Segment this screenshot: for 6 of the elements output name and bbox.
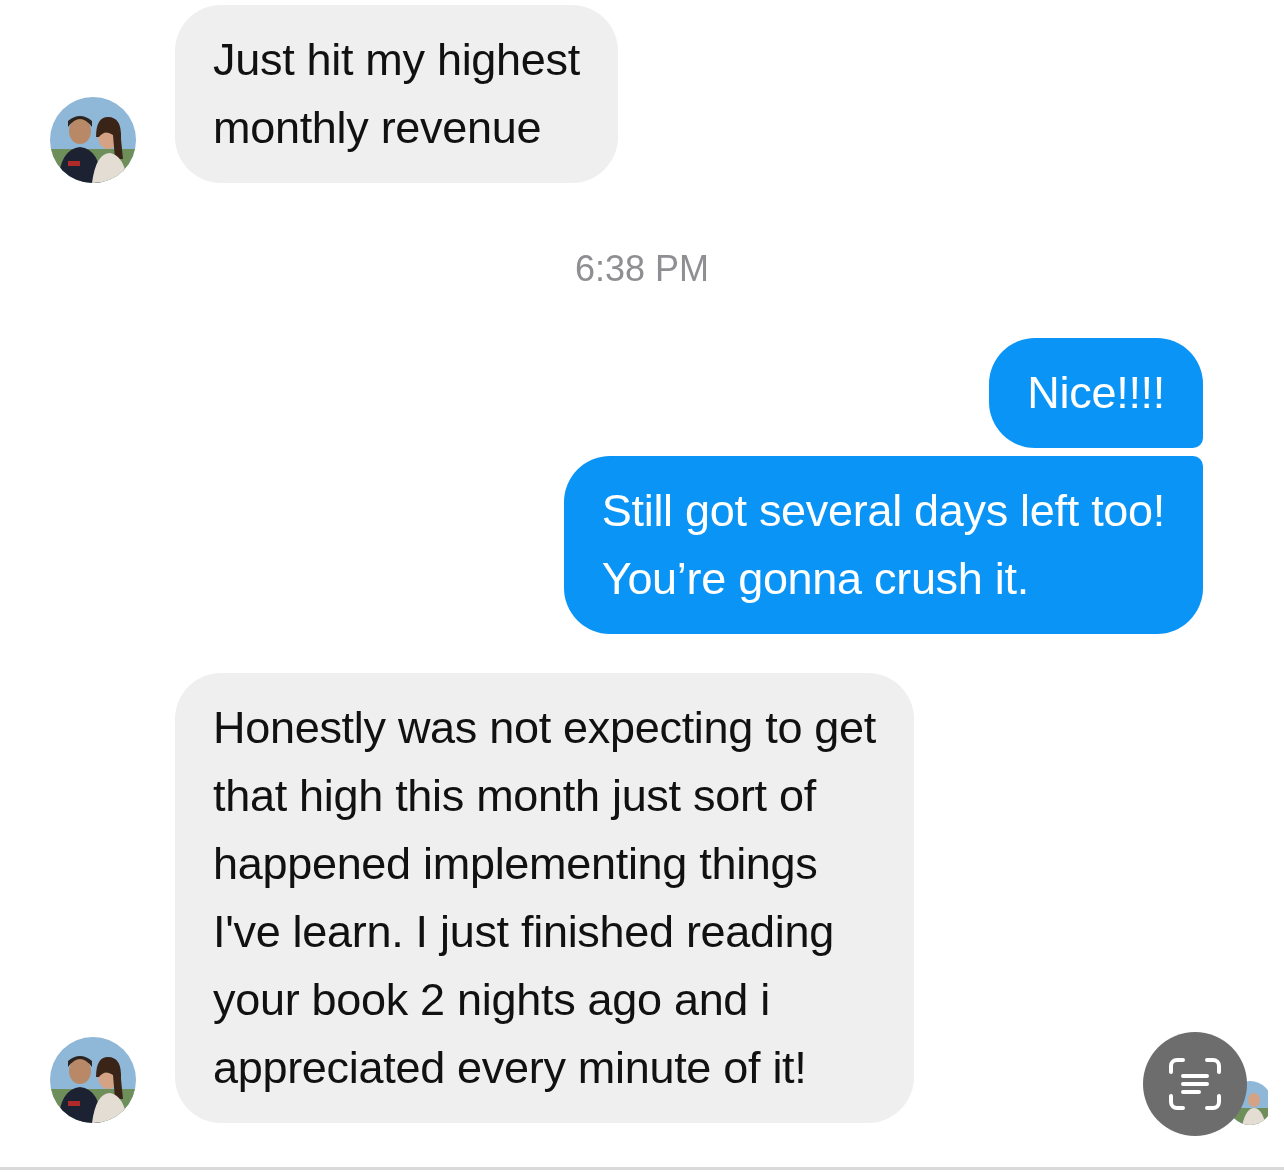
message-bubble: Just hit my highest monthly revenue — [175, 5, 618, 183]
message-bubble: Nice!!!! — [989, 338, 1203, 448]
timestamp: 6:38 PM — [574, 247, 710, 291]
message-bubble: Honestly was not expecting to get that high this month just sort of happened implementing things I've learn. I just finished reading your book 2 nights ago and i appreciated every minute of it! — [175, 673, 914, 1123]
scan-text-icon — [1167, 1056, 1223, 1112]
message-bubble: Still got several days left too! You’re gonna crush it. — [563, 456, 1203, 634]
